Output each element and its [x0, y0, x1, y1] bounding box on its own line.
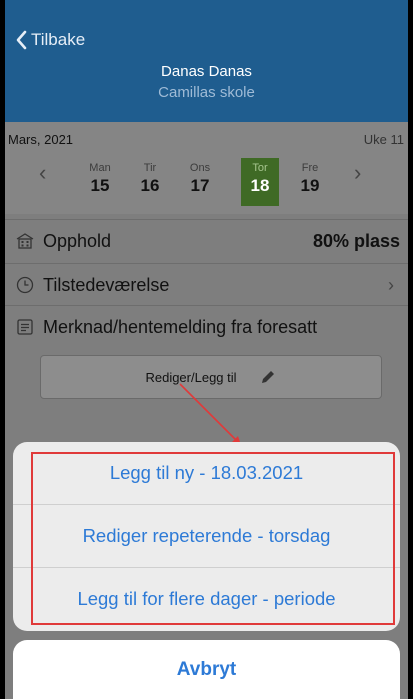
day-name: Tor: [252, 162, 268, 174]
add-new-option[interactable]: Legg til ny - 18.03.2021: [13, 442, 400, 505]
header: Tilbake Danas Danas Camillas skole: [5, 0, 408, 122]
day-name: Fre: [301, 162, 319, 174]
tilstedevaerelse-label: Tilstedeværelse: [43, 274, 170, 295]
day-date: 17: [190, 176, 210, 195]
back-label: Tilbake: [31, 30, 86, 49]
chevron-left-icon: [16, 30, 27, 50]
note-icon: [17, 319, 33, 335]
edit-add-label: Rediger/Legg til: [145, 369, 237, 385]
cancel-button[interactable]: Avbryt: [13, 640, 400, 699]
add-multiple-days-option[interactable]: Legg til for flere dager - periode: [13, 568, 400, 630]
day-thu-selected[interactable]: Tor 18: [241, 158, 279, 206]
back-button[interactable]: Tilbake: [15, 30, 85, 50]
day-fri[interactable]: Fre 19: [292, 162, 328, 196]
week-calendar: Mars, 2021 Uke 11 ‹ Man 15 Tir 16 Ons 17…: [5, 122, 408, 214]
school-name: Camillas skole: [158, 84, 255, 101]
day-mon[interactable]: Man 15: [82, 162, 118, 196]
edit-repeating-option[interactable]: Rediger repeterende - torsdag: [13, 505, 400, 568]
pencil-icon: [261, 371, 274, 383]
day-name: Man: [89, 162, 111, 174]
merknad-label: Merknad/hentemelding fra foresatt: [43, 316, 318, 337]
month-label: Mars, 2021: [8, 132, 74, 147]
row-opphold: Opphold 80% plass: [5, 219, 408, 262]
prev-week-arrow-icon[interactable]: ‹: [39, 160, 46, 186]
chevron-right-icon: ›: [388, 274, 394, 295]
week-label: Uke 11: [363, 132, 404, 147]
row-tilstedevaerelse[interactable]: Tilstedeværelse ›: [5, 263, 408, 306]
action-sheet: Legg til ny - 18.03.2021 Rediger repeter…: [13, 442, 400, 631]
opphold-value: 80% plass: [312, 230, 400, 251]
day-wed[interactable]: Ons 17: [182, 162, 218, 196]
day-date: 15: [90, 176, 110, 195]
row-merknad: Merknad/hentemelding fra foresatt: [5, 305, 408, 348]
day-name: Ons: [189, 162, 211, 174]
building-icon: [16, 233, 34, 249]
edit-add-button[interactable]: Rediger/Legg til: [40, 355, 382, 399]
child-name: Danas Danas: [161, 63, 252, 80]
day-date: 18: [250, 176, 270, 195]
day-date: 16: [140, 176, 160, 195]
day-date: 19: [300, 176, 320, 195]
day-tue[interactable]: Tir 16: [132, 162, 168, 196]
clock-icon: [16, 276, 34, 294]
day-name: Tir: [143, 162, 157, 174]
app-screen: Tilbake Danas Danas Camillas skole Mars,…: [5, 0, 408, 699]
opphold-label: Opphold: [43, 230, 112, 251]
next-week-arrow-icon[interactable]: ›: [354, 160, 361, 186]
